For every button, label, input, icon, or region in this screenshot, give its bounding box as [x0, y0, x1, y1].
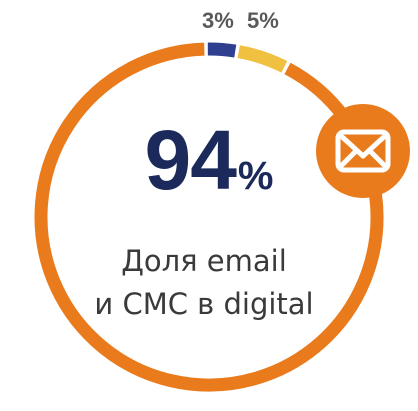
center-caption-line1: Доля email	[121, 244, 287, 278]
slice-blue	[207, 42, 237, 58]
center-value-number: 94	[144, 113, 236, 207]
mail-badge	[316, 104, 410, 198]
envelope-icon	[335, 129, 391, 173]
slice-yellow	[237, 45, 288, 73]
slice-label-5-percent: 5%	[247, 8, 279, 33]
slice-label-3-percent: 3%	[202, 8, 234, 33]
donut-chart: 3% 5% 94% Доля email и СМС в digital	[0, 0, 418, 411]
center-value-unit: %	[237, 154, 274, 198]
center-caption-line2: и СМС в digital	[94, 287, 314, 321]
slice-main	[34, 42, 384, 392]
